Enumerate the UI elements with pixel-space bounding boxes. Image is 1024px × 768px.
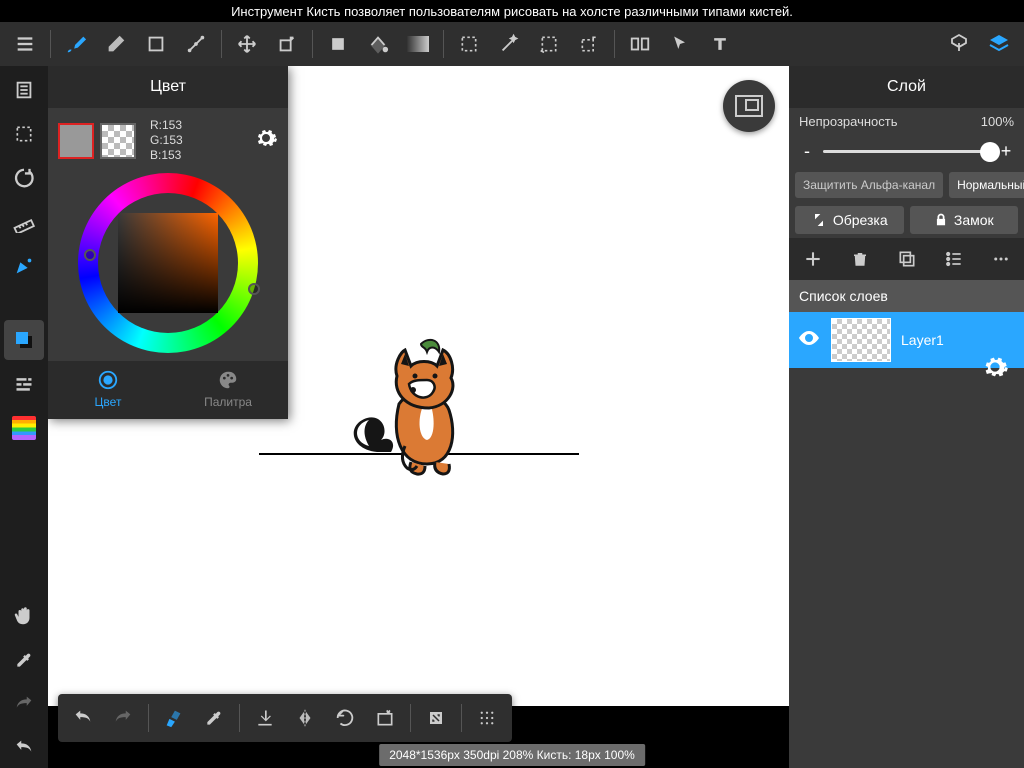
left-sidebar xyxy=(0,66,48,768)
top-toolbar xyxy=(0,22,1024,66)
bottom-toolbar xyxy=(58,694,512,742)
text-tool[interactable] xyxy=(701,25,739,63)
brush-eraser-toggle[interactable] xyxy=(155,699,193,737)
blend-mode-select[interactable]: Нормальный xyxy=(949,172,1024,198)
shape-tool[interactable] xyxy=(137,25,175,63)
pointer-tool[interactable] xyxy=(661,25,699,63)
eyedropper-tool[interactable] xyxy=(4,640,44,680)
duplicate-layer-button[interactable] xyxy=(883,238,930,280)
add-layer-button[interactable] xyxy=(789,238,836,280)
opacity-value: 100% xyxy=(981,114,1014,129)
select-lasso-tool[interactable] xyxy=(530,25,568,63)
layers-button[interactable] xyxy=(980,25,1018,63)
menu-button[interactable] xyxy=(6,25,44,63)
color-panel-title: Цвет xyxy=(48,66,288,108)
lock-icon xyxy=(934,212,948,228)
gradient-tool[interactable] xyxy=(399,25,437,63)
layer-settings-button[interactable] xyxy=(972,344,1018,390)
eraser-tool[interactable] xyxy=(97,25,135,63)
color-panel-button[interactable] xyxy=(4,320,44,360)
crop-button[interactable]: Обрезка xyxy=(795,206,904,234)
magic-wand-tool[interactable] xyxy=(490,25,528,63)
redo-button[interactable] xyxy=(4,684,44,724)
hand-tool[interactable] xyxy=(4,596,44,636)
divide-tool[interactable] xyxy=(621,25,659,63)
layer-thumbnail xyxy=(831,318,891,362)
save-button[interactable] xyxy=(246,699,284,737)
delete-layer-button[interactable] xyxy=(836,238,883,280)
transform-tool[interactable] xyxy=(268,25,306,63)
secondary-color-swatch[interactable] xyxy=(100,123,136,159)
redo-bottom[interactable] xyxy=(104,699,142,737)
sliders-button[interactable] xyxy=(4,364,44,404)
status-bar: 2048*1536px 350dpi 208% Кисть: 18px 100% xyxy=(379,744,645,766)
properties-button[interactable] xyxy=(4,70,44,110)
rgb-readout: R:153 G:153 B:153 xyxy=(150,118,183,163)
reference-window-button[interactable] xyxy=(723,80,775,132)
reference-button[interactable] xyxy=(4,246,44,286)
color-tab[interactable]: Цвет xyxy=(48,361,168,419)
rotate-button[interactable] xyxy=(326,699,364,737)
select-rect-tool[interactable] xyxy=(450,25,488,63)
materials-button[interactable] xyxy=(940,25,978,63)
eyedropper-bottom[interactable] xyxy=(195,699,233,737)
undo-bottom[interactable] xyxy=(64,699,102,737)
layer-panel: Слой Непрозрачность 100% - + Защитить Ал… xyxy=(789,66,1024,768)
undo-button[interactable] xyxy=(4,728,44,768)
bucket-tool[interactable] xyxy=(359,25,397,63)
primary-color-swatch[interactable] xyxy=(58,123,94,159)
palette-button[interactable] xyxy=(4,408,44,448)
select-transform-tool[interactable] xyxy=(570,25,608,63)
layer-more-button[interactable] xyxy=(977,238,1024,280)
color-settings-button[interactable] xyxy=(254,126,278,155)
smudge-tool[interactable] xyxy=(177,25,215,63)
layer-name: Layer1 xyxy=(901,332,944,348)
ruler-button[interactable] xyxy=(4,202,44,242)
palette-tab[interactable]: Палитра xyxy=(168,361,288,419)
layer-list-header: Список слоев xyxy=(789,280,1024,312)
hue-cursor[interactable] xyxy=(248,283,260,295)
symmetry-button[interactable] xyxy=(4,158,44,198)
color-panel: Цвет R:153 G:153 B:153 Цвет Палитра xyxy=(48,66,288,419)
flip-button[interactable] xyxy=(286,699,324,737)
hue-ring[interactable] xyxy=(78,173,258,353)
lock-button[interactable]: Замок xyxy=(910,206,1019,234)
layer-list-button[interactable] xyxy=(930,238,977,280)
fullscreen-button[interactable] xyxy=(417,699,455,737)
opacity-label: Непрозрачность xyxy=(799,114,898,129)
fill-tool[interactable] xyxy=(319,25,357,63)
grid-button[interactable] xyxy=(468,699,506,737)
layer-visibility-toggle[interactable] xyxy=(797,326,821,355)
move-tool[interactable] xyxy=(228,25,266,63)
layer-panel-title: Слой xyxy=(789,66,1024,108)
saturation-value-box[interactable] xyxy=(118,213,218,313)
clear-layer-button[interactable] xyxy=(366,699,404,737)
opacity-minus[interactable]: - xyxy=(799,141,815,162)
tooltip-strip: Инструмент Кисть позволяет пользователям… xyxy=(0,0,1024,23)
brush-tool[interactable] xyxy=(57,25,95,63)
fox-illustration xyxy=(339,314,499,484)
opacity-plus[interactable]: + xyxy=(998,141,1014,162)
crop-icon xyxy=(811,212,827,228)
sv-cursor[interactable] xyxy=(84,249,96,261)
protect-alpha-button[interactable]: Защитить Альфа-канал xyxy=(795,172,943,198)
selection-panel-button[interactable] xyxy=(4,114,44,154)
opacity-slider[interactable] xyxy=(823,142,990,162)
